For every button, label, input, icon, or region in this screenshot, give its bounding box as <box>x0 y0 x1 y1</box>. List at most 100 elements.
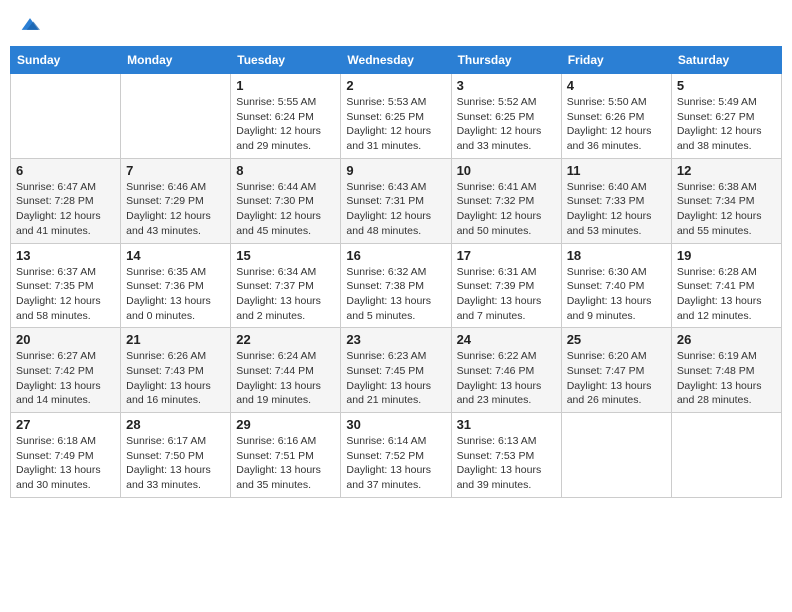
day-number: 14 <box>126 248 225 263</box>
day-number: 13 <box>16 248 115 263</box>
calendar-day-header: Saturday <box>671 47 781 74</box>
day-number: 21 <box>126 332 225 347</box>
day-number: 17 <box>457 248 556 263</box>
day-number: 31 <box>457 417 556 432</box>
day-info: Sunrise: 6:41 AM Sunset: 7:32 PM Dayligh… <box>457 180 556 239</box>
calendar-day-cell: 4 Sunrise: 5:50 AM Sunset: 6:26 PM Daylig… <box>561 74 671 159</box>
calendar-day-header: Tuesday <box>231 47 341 74</box>
day-number: 6 <box>16 163 115 178</box>
calendar-day-header: Monday <box>121 47 231 74</box>
day-info: Sunrise: 5:52 AM Sunset: 6:25 PM Dayligh… <box>457 95 556 154</box>
calendar-day-cell: 27 Sunrise: 6:18 AM Sunset: 7:49 PM Dayli… <box>11 413 121 498</box>
day-number: 15 <box>236 248 335 263</box>
calendar-day-cell: 13Sunrise: 6:37 AM Sunset: 7:35 PM Dayli… <box>11 243 121 328</box>
calendar-day-cell: 3Sunrise: 5:52 AM Sunset: 6:25 PM Daylig… <box>451 74 561 159</box>
day-info: Sunrise: 6:32 AM Sunset: 7:38 PM Dayligh… <box>346 265 445 324</box>
calendar-day-cell: 19 Sunrise: 6:28 AM Sunset: 7:41 PM Dayli… <box>671 243 781 328</box>
day-info: Sunrise: 6:16 AM Sunset: 7:51 PM Dayligh… <box>236 434 335 493</box>
calendar-week-row: 27 Sunrise: 6:18 AM Sunset: 7:49 PM Dayli… <box>11 413 782 498</box>
day-number: 1 <box>236 78 335 93</box>
day-info: Sunrise: 6:20 AM Sunset: 7:47 PM Dayligh… <box>567 349 666 408</box>
calendar-day-cell: 7 Sunrise: 6:46 AM Sunset: 7:29 PM Daylig… <box>121 158 231 243</box>
calendar-day-cell: 23 Sunrise: 6:23 AM Sunset: 7:45 PM Dayli… <box>341 328 451 413</box>
calendar-day-cell <box>11 74 121 159</box>
day-info: Sunrise: 6:22 AM Sunset: 7:46 PM Dayligh… <box>457 349 556 408</box>
day-info: Sunrise: 6:27 AM Sunset: 7:42 PM Dayligh… <box>16 349 115 408</box>
calendar-day-header: Thursday <box>451 47 561 74</box>
calendar-day-cell: 26 Sunrise: 6:19 AM Sunset: 7:48 PM Dayli… <box>671 328 781 413</box>
calendar-day-cell: 9 Sunrise: 6:43 AM Sunset: 7:31 PM Daylig… <box>341 158 451 243</box>
calendar-week-row: 1Sunrise: 5:55 AM Sunset: 6:24 PM Daylig… <box>11 74 782 159</box>
page-header <box>10 10 782 38</box>
day-number: 22 <box>236 332 335 347</box>
calendar-day-cell: 22 Sunrise: 6:24 AM Sunset: 7:44 PM Dayli… <box>231 328 341 413</box>
day-info: Sunrise: 6:40 AM Sunset: 7:33 PM Dayligh… <box>567 180 666 239</box>
day-number: 4 <box>567 78 666 93</box>
day-info: Sunrise: 6:30 AM Sunset: 7:40 PM Dayligh… <box>567 265 666 324</box>
day-info: Sunrise: 6:34 AM Sunset: 7:37 PM Dayligh… <box>236 265 335 324</box>
day-info: Sunrise: 6:44 AM Sunset: 7:30 PM Dayligh… <box>236 180 335 239</box>
day-number: 26 <box>677 332 776 347</box>
calendar-day-cell: 31 Sunrise: 6:13 AM Sunset: 7:53 PM Dayli… <box>451 413 561 498</box>
calendar-week-row: 13Sunrise: 6:37 AM Sunset: 7:35 PM Dayli… <box>11 243 782 328</box>
calendar-day-cell: 28 Sunrise: 6:17 AM Sunset: 7:50 PM Dayli… <box>121 413 231 498</box>
day-number: 29 <box>236 417 335 432</box>
day-number: 19 <box>677 248 776 263</box>
calendar-day-cell <box>121 74 231 159</box>
day-info: Sunrise: 6:19 AM Sunset: 7:48 PM Dayligh… <box>677 349 776 408</box>
day-info: Sunrise: 5:50 AM Sunset: 6:26 PM Dayligh… <box>567 95 666 154</box>
day-number: 25 <box>567 332 666 347</box>
day-number: 10 <box>457 163 556 178</box>
calendar-day-cell: 11 Sunrise: 6:40 AM Sunset: 7:33 PM Dayli… <box>561 158 671 243</box>
day-number: 30 <box>346 417 445 432</box>
day-number: 2 <box>346 78 445 93</box>
day-info: Sunrise: 6:46 AM Sunset: 7:29 PM Dayligh… <box>126 180 225 239</box>
day-number: 8 <box>236 163 335 178</box>
day-info: Sunrise: 6:17 AM Sunset: 7:50 PM Dayligh… <box>126 434 225 493</box>
calendar-day-cell: 24 Sunrise: 6:22 AM Sunset: 7:46 PM Dayli… <box>451 328 561 413</box>
day-info: Sunrise: 6:14 AM Sunset: 7:52 PM Dayligh… <box>346 434 445 493</box>
calendar-day-cell: 30 Sunrise: 6:14 AM Sunset: 7:52 PM Dayli… <box>341 413 451 498</box>
calendar-week-row: 20 Sunrise: 6:27 AM Sunset: 7:42 PM Dayli… <box>11 328 782 413</box>
day-number: 5 <box>677 78 776 93</box>
day-info: Sunrise: 6:23 AM Sunset: 7:45 PM Dayligh… <box>346 349 445 408</box>
calendar-day-header: Friday <box>561 47 671 74</box>
calendar-day-cell: 20 Sunrise: 6:27 AM Sunset: 7:42 PM Dayli… <box>11 328 121 413</box>
day-info: Sunrise: 6:38 AM Sunset: 7:34 PM Dayligh… <box>677 180 776 239</box>
calendar-day-cell: 29 Sunrise: 6:16 AM Sunset: 7:51 PM Dayli… <box>231 413 341 498</box>
day-info: Sunrise: 5:53 AM Sunset: 6:25 PM Dayligh… <box>346 95 445 154</box>
day-number: 7 <box>126 163 225 178</box>
day-info: Sunrise: 6:24 AM Sunset: 7:44 PM Dayligh… <box>236 349 335 408</box>
day-info: Sunrise: 5:49 AM Sunset: 6:27 PM Dayligh… <box>677 95 776 154</box>
calendar-day-cell: 12 Sunrise: 6:38 AM Sunset: 7:34 PM Dayli… <box>671 158 781 243</box>
day-info: Sunrise: 6:43 AM Sunset: 7:31 PM Dayligh… <box>346 180 445 239</box>
calendar-day-cell: 21 Sunrise: 6:26 AM Sunset: 7:43 PM Dayli… <box>121 328 231 413</box>
day-number: 9 <box>346 163 445 178</box>
day-number: 24 <box>457 332 556 347</box>
day-number: 27 <box>16 417 115 432</box>
day-number: 16 <box>346 248 445 263</box>
calendar-table: SundayMondayTuesdayWednesdayThursdayFrid… <box>10 46 782 498</box>
day-number: 23 <box>346 332 445 347</box>
calendar-day-cell: 2 Sunrise: 5:53 AM Sunset: 6:25 PM Daylig… <box>341 74 451 159</box>
calendar-day-cell: 10 Sunrise: 6:41 AM Sunset: 7:32 PM Dayli… <box>451 158 561 243</box>
calendar-day-cell: 25 Sunrise: 6:20 AM Sunset: 7:47 PM Dayli… <box>561 328 671 413</box>
calendar-day-cell: 16 Sunrise: 6:32 AM Sunset: 7:38 PM Dayli… <box>341 243 451 328</box>
day-info: Sunrise: 6:13 AM Sunset: 7:53 PM Dayligh… <box>457 434 556 493</box>
day-number: 28 <box>126 417 225 432</box>
calendar-day-cell: 8 Sunrise: 6:44 AM Sunset: 7:30 PM Daylig… <box>231 158 341 243</box>
calendar-day-cell <box>561 413 671 498</box>
day-info: Sunrise: 6:35 AM Sunset: 7:36 PM Dayligh… <box>126 265 225 324</box>
day-number: 12 <box>677 163 776 178</box>
calendar-week-row: 6Sunrise: 6:47 AM Sunset: 7:28 PM Daylig… <box>11 158 782 243</box>
calendar-day-header: Wednesday <box>341 47 451 74</box>
day-number: 18 <box>567 248 666 263</box>
day-info: Sunrise: 6:18 AM Sunset: 7:49 PM Dayligh… <box>16 434 115 493</box>
logo-icon <box>20 14 40 34</box>
day-info: Sunrise: 6:28 AM Sunset: 7:41 PM Dayligh… <box>677 265 776 324</box>
calendar-day-cell: 14 Sunrise: 6:35 AM Sunset: 7:36 PM Dayli… <box>121 243 231 328</box>
day-info: Sunrise: 6:26 AM Sunset: 7:43 PM Dayligh… <box>126 349 225 408</box>
calendar-day-cell: 15 Sunrise: 6:34 AM Sunset: 7:37 PM Dayli… <box>231 243 341 328</box>
day-number: 11 <box>567 163 666 178</box>
day-number: 20 <box>16 332 115 347</box>
